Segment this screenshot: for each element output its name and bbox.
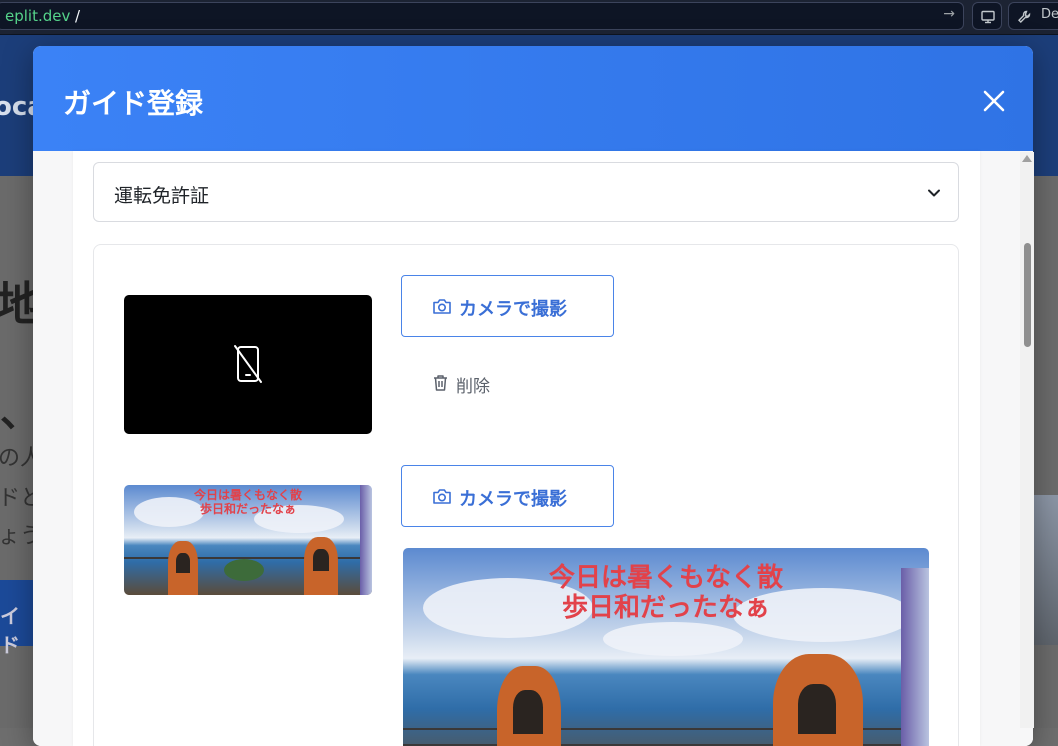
photo-thumbnail: 今日は暑くもなく散 歩日和だったなぁ bbox=[124, 485, 372, 595]
photo-preview-empty bbox=[124, 295, 372, 434]
scrollbar-track[interactable] bbox=[1020, 152, 1034, 728]
photo-caption-line: 歩日和だったなぁ bbox=[561, 592, 770, 623]
camera-button-label: カメラで撮影 bbox=[459, 489, 567, 510]
background-button: イド bbox=[0, 580, 34, 657]
arch-window bbox=[176, 553, 190, 573]
photo-caption: 今日は暑くもなく散 歩日和だったなぁ bbox=[403, 563, 929, 624]
camera-capture-button[interactable]: カメラで撮影 bbox=[401, 275, 614, 337]
background-photo bbox=[1033, 495, 1058, 645]
address-bar[interactable]: eplit.dev / → bbox=[0, 2, 964, 30]
arrow-right-icon[interactable]: → bbox=[943, 6, 955, 22]
mural-wall bbox=[901, 568, 929, 746]
modal-header: ガイド登録 bbox=[33, 46, 1033, 151]
delete-label: 削除 bbox=[456, 377, 490, 397]
wrench-icon bbox=[1018, 10, 1031, 23]
photo-caption: 今日は暑くもなく散 歩日和だったなぁ bbox=[124, 488, 372, 517]
document-type-value: 運転免許証 bbox=[114, 185, 210, 207]
modal-title: ガイド登録 bbox=[63, 87, 204, 120]
cloud-shape bbox=[603, 622, 743, 656]
url-domain: eplit.dev bbox=[5, 7, 71, 25]
mural-wall bbox=[360, 485, 372, 595]
photo-caption-line: 今日は暑くもなく散 bbox=[193, 488, 302, 502]
close-button[interactable] bbox=[977, 84, 1011, 118]
scrollbar-thumb[interactable] bbox=[1024, 243, 1031, 347]
devtools-button[interactable]: De bbox=[1008, 2, 1058, 30]
camera-icon bbox=[433, 299, 451, 314]
devtools-label: De bbox=[1041, 7, 1058, 22]
close-icon[interactable] bbox=[977, 84, 1011, 118]
photo-preview-large: 今日は暑くもなく散 歩日和だったなぁ bbox=[403, 548, 929, 746]
arch-window bbox=[513, 690, 543, 734]
trash-icon bbox=[434, 375, 447, 391]
chevron-down-icon bbox=[928, 189, 940, 197]
monitor-icon bbox=[981, 10, 995, 24]
modal-body: 運転免許証 カメラで撮影 削除 今日は暑くもなく散 歩日和だったなぁ カメラで撮… bbox=[33, 151, 1033, 746]
arch-window bbox=[798, 684, 836, 734]
camera-icon bbox=[433, 489, 451, 504]
camera-button-label: カメラで撮影 bbox=[459, 299, 567, 320]
photo-caption-line: 歩日和だったなぁ bbox=[199, 501, 296, 516]
document-type-select[interactable]: 運転免許証 bbox=[93, 162, 959, 222]
form-panel: 運転免許証 カメラで撮影 削除 今日は暑くもなく散 歩日和だったなぁ カメラで撮… bbox=[73, 151, 980, 746]
devices-button[interactable] bbox=[972, 2, 1002, 30]
palm-leaves bbox=[224, 559, 264, 581]
guide-registration-modal: ガイド登録 運転免許証 カメラで撮影 削除 今日は暑くもなく散 歩日和だったなぁ… bbox=[33, 46, 1033, 746]
url-path: / bbox=[75, 7, 81, 25]
camera-capture-button[interactable]: カメラで撮影 bbox=[401, 465, 614, 527]
browser-toolbar: eplit.dev / → De bbox=[0, 0, 1058, 35]
scroll-up-arrow-icon[interactable] bbox=[1022, 155, 1032, 162]
photo-upload-card: カメラで撮影 削除 今日は暑くもなく散 歩日和だったなぁ カメラで撮影 今日は暑… bbox=[93, 244, 959, 746]
arch-window bbox=[313, 549, 329, 571]
photo-caption-line: 今日は暑くもなく散 bbox=[548, 563, 783, 593]
phone-off-icon bbox=[234, 345, 262, 383]
